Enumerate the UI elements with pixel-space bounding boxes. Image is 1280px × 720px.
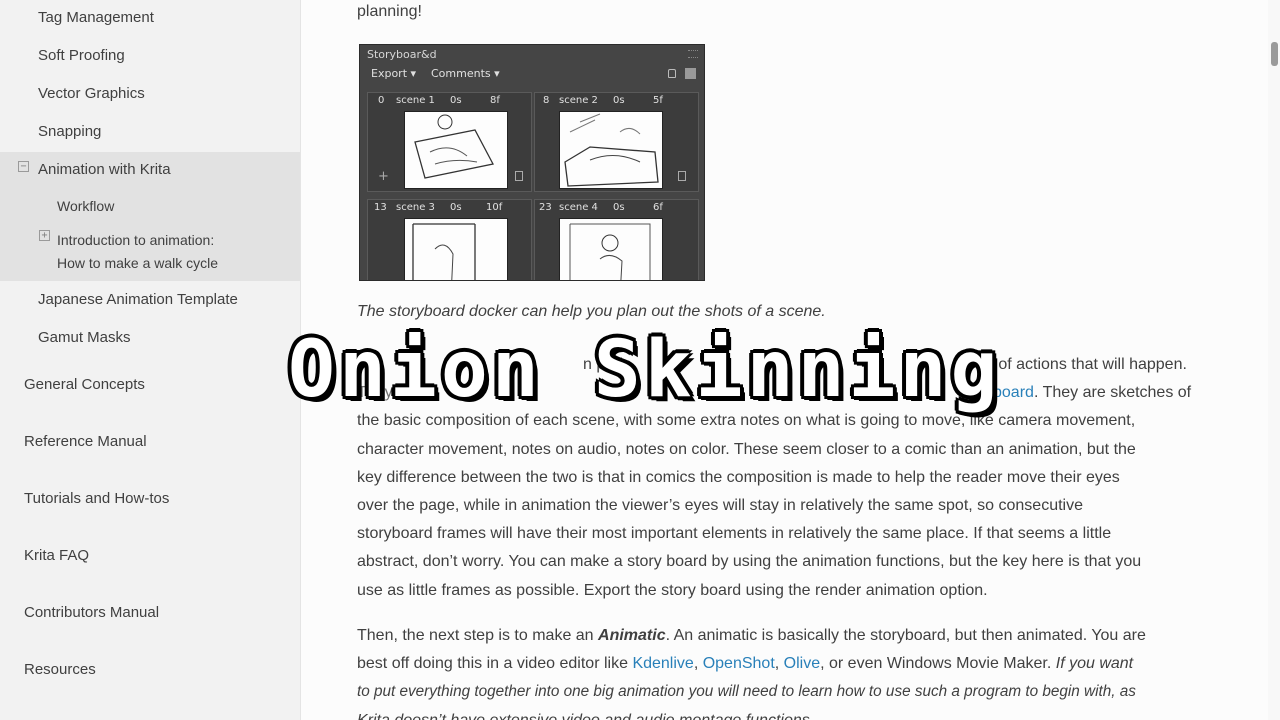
expand-icon[interactable]: + [39, 230, 50, 241]
olive-link[interactable]: Olive [784, 655, 820, 672]
image-caption: The storyboard docker can help you plan … [357, 303, 826, 320]
scrollbar[interactable] [1268, 0, 1280, 720]
nav-item-intro-animation-line2[interactable]: How to make a walk cycle [57, 255, 218, 271]
nav-item-intro-animation[interactable]: Introduction to animation: [57, 232, 214, 248]
nav-item-japanese-animation-template[interactable]: Japanese Animation Template [38, 291, 238, 308]
scrollbar-thumb[interactable] [1271, 42, 1278, 66]
nav-item-general-concepts[interactable]: General Concepts [24, 376, 145, 393]
nav-item-animation-with-krita[interactable]: Animation with Krita [38, 161, 171, 178]
nav-section-animation: − Animation with Krita Workflow + Introd… [0, 152, 300, 281]
docker-menu-export: Export ▾ [371, 67, 417, 80]
kdenlive-link[interactable]: Kdenlive [632, 655, 693, 672]
docker-menu-comments: Comments ▾ [431, 67, 500, 80]
scene-card: 0 scene 1 0s 8f + [367, 92, 532, 192]
settings-icon [685, 68, 696, 79]
add-icon: + [378, 169, 389, 184]
sidebar-nav: Tag Management Soft Proofing Vector Grap… [0, 0, 301, 720]
paragraph-top: planning! [357, 3, 422, 20]
trash-icon [515, 171, 523, 181]
nav-item-gamut-masks[interactable]: Gamut Masks [38, 329, 131, 346]
docker-grip-icon [688, 50, 698, 58]
nav-item-workflow[interactable]: Workflow [57, 198, 114, 214]
scene-thumbnail [404, 111, 508, 189]
paragraph-animatic: Then, the next step is to make an Animat… [357, 627, 1146, 720]
scene-card: 23 scene 4 0s 6f [534, 199, 699, 280]
trash-icon [678, 171, 686, 181]
scene-thumbnail [559, 111, 663, 189]
openshot-link[interactable]: OpenShot [703, 655, 775, 672]
nav-item-contributors-manual[interactable]: Contributors Manual [24, 604, 159, 621]
nav-item-tutorials[interactable]: Tutorials and How-tos [24, 490, 169, 507]
scene-thumbnail [404, 218, 508, 280]
nav-item-tag-management[interactable]: Tag Management [38, 9, 154, 26]
scene-card: 13 scene 3 0s 10f [367, 199, 532, 280]
nav-item-krita-faq[interactable]: Krita FAQ [24, 547, 89, 564]
nav-item-soft-proofing[interactable]: Soft Proofing [38, 47, 125, 64]
nav-item-vector-graphics[interactable]: Vector Graphics [38, 85, 145, 102]
nav-item-reference-manual[interactable]: Reference Manual [24, 433, 147, 450]
nav-item-resources[interactable]: Resources [24, 661, 96, 678]
collapse-icon[interactable]: − [18, 161, 29, 172]
nav-item-snapping[interactable]: Snapping [38, 123, 101, 140]
docker-title: Storyboar&d [367, 48, 437, 61]
scene-card: 8 scene 2 0s 5f [534, 92, 699, 192]
storyboard-docker-image: Storyboar&d Export ▾ Comments ▾ 0 scene 1… [359, 44, 705, 281]
scene-thumbnail [559, 218, 663, 280]
video-overlay-title: Onion Skinning [288, 325, 1002, 415]
lock-icon [668, 69, 676, 78]
